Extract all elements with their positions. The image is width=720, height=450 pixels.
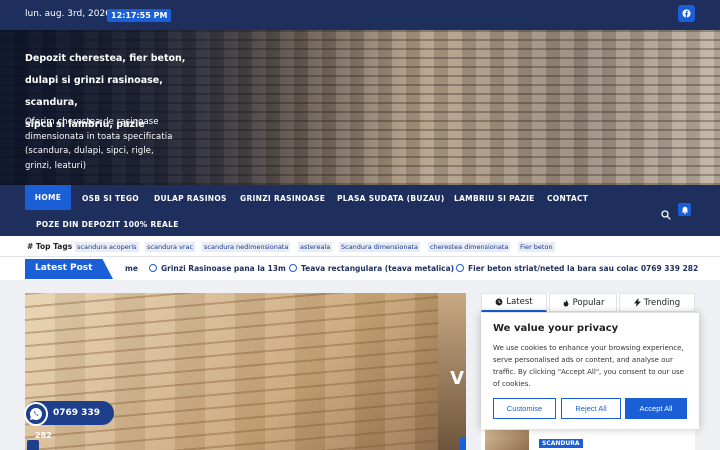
latest-post-label: Latest Post: [25, 259, 113, 279]
nav-item-dulap[interactable]: DULAP RASINOS: [154, 194, 227, 203]
whatsapp-number: 0769 339: [53, 408, 100, 418]
tag-link[interactable]: scandura nedimensionata: [202, 242, 291, 252]
whatsapp-call-button[interactable]: 0769 339: [24, 401, 114, 426]
featured-post-image[interactable]: V: [25, 293, 466, 450]
slider-control[interactable]: [460, 438, 466, 450]
nav-item-osb[interactable]: OSB SI TEGO: [82, 194, 139, 203]
nav-item-grinzi[interactable]: GRINZI RASINOASE: [240, 194, 325, 203]
post-thumbnail[interactable]: [485, 430, 529, 450]
tab-trending[interactable]: Trending: [619, 293, 695, 312]
reject-all-button[interactable]: Reject All: [561, 398, 621, 419]
search-icon[interactable]: [661, 205, 671, 224]
cookie-text: We use cookies to enhance your browsing …: [493, 344, 684, 388]
tag-link[interactable]: astereala: [298, 242, 333, 252]
tag-link[interactable]: Scandura dimensionata: [339, 242, 420, 252]
whatsapp-icon: [24, 402, 48, 426]
tag-link[interactable]: scandura acoperis: [75, 242, 139, 252]
tag-link[interactable]: scandura vrac: [145, 242, 196, 252]
top-bar: lun. aug. 3rd, 2026 12:17:55 PM: [0, 0, 720, 30]
category-badge[interactable]: SCANDURA: [539, 439, 583, 448]
facebook-icon[interactable]: [678, 5, 695, 22]
ticker-item[interactable]: Teava rectangulara (teava metalica): [289, 264, 454, 273]
cookie-consent-dialog: We value your privacy We use cookies to …: [481, 313, 699, 429]
whatsapp-number-cont: 282: [35, 431, 52, 440]
main-navigation: HOME OSB SI TEGO DULAP RASINOS GRINZI RA…: [0, 185, 720, 236]
bolt-icon: [633, 298, 641, 307]
tag-link[interactable]: cherestea dimensionata: [428, 242, 511, 252]
cookie-title: We value your privacy: [493, 323, 619, 334]
bell-icon[interactable]: [678, 203, 691, 216]
arrow-right-icon: [289, 264, 297, 272]
tab-latest[interactable]: Latest: [481, 293, 547, 312]
ticker-item[interactable]: Fier beton striat/neted la bara sau cola…: [456, 264, 698, 273]
latest-post-ticker: Latest Post me Grinzi Rasinoase pana la …: [0, 256, 720, 280]
nav-item-home[interactable]: HOME: [25, 185, 71, 210]
nav-item-contact[interactable]: CONTACT: [547, 194, 588, 203]
nav-item-plasa[interactable]: PLASA SUDATA (BUZAU): [337, 194, 445, 203]
tab-popular[interactable]: Popular: [549, 293, 617, 312]
current-date: lun. aug. 3rd, 2026: [25, 9, 111, 19]
nav-item-poze[interactable]: POZE DIN DEPOZIT 100% REALE: [36, 220, 179, 229]
clock-icon: [495, 298, 503, 306]
nav-item-lambriu[interactable]: LAMBRIU SI PAZIE: [454, 194, 535, 203]
scroll-widget[interactable]: [27, 440, 39, 450]
site-description: Oferim cherestea de rasinoase dimensiona…: [25, 117, 173, 171]
tag-link[interactable]: Fier beton: [518, 242, 555, 252]
arrow-right-icon: [456, 264, 464, 272]
accept-all-button[interactable]: Accept All: [625, 398, 687, 419]
ticker-item[interactable]: Grinzi Rasinoase pana la 13m: [149, 264, 286, 273]
fire-icon: [563, 298, 568, 307]
arrow-right-icon: [149, 264, 157, 272]
top-tags-label: # Top Tags: [27, 242, 73, 251]
top-tags-bar: # Top Tags scandura acoperis scandura vr…: [0, 236, 720, 256]
customise-button[interactable]: Customise: [493, 398, 556, 419]
current-time: 12:17:55 PM: [107, 9, 172, 22]
featured-overlay-text: V: [450, 368, 464, 389]
ticker-item[interactable]: me: [125, 264, 138, 273]
hero-banner: Depozit cherestea, fier beton, dulapi si…: [0, 30, 720, 185]
